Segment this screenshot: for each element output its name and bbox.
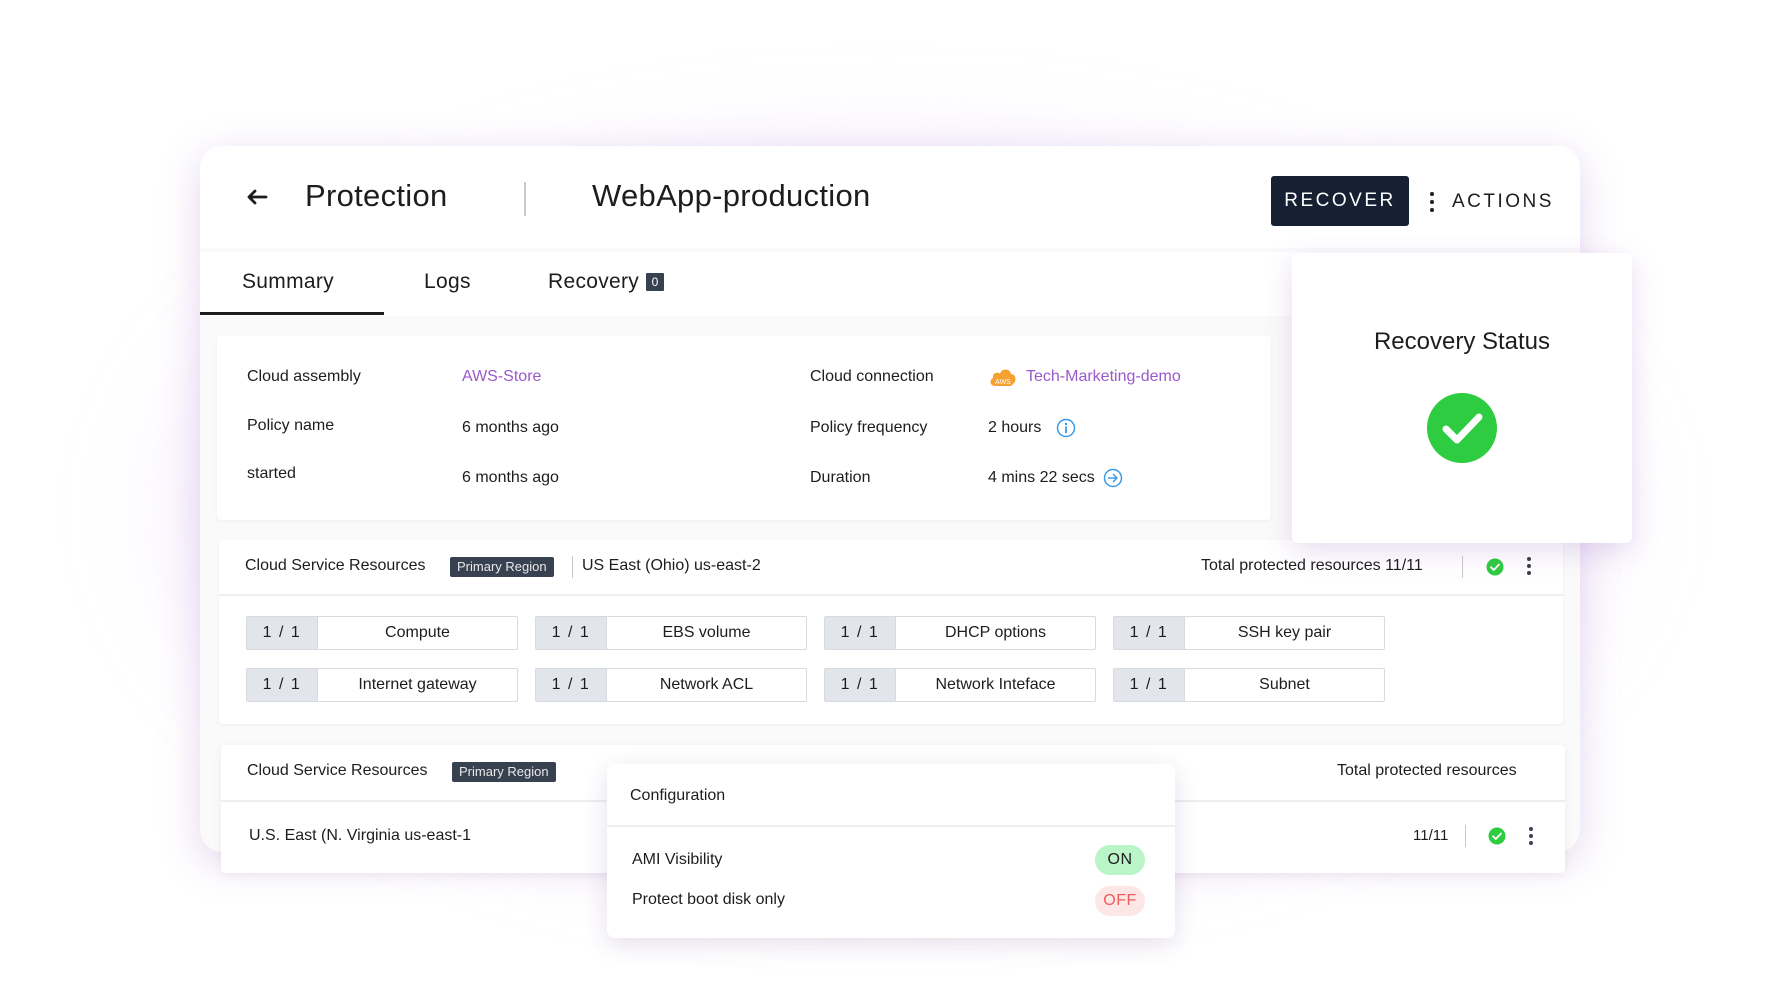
- resource-chip-internet-gateway[interactable]: 1 / 1 Internet gateway: [246, 668, 518, 702]
- recovery-status-title: Recovery Status: [1373, 328, 1551, 355]
- actions-menu-button[interactable]: ACTIONS: [1428, 184, 1554, 220]
- resource-name: Compute: [385, 624, 450, 641]
- resource-name: EBS volume: [662, 624, 751, 641]
- policy-name-label: Policy name: [247, 417, 335, 434]
- resource-name: Network Inteface: [935, 676, 1056, 693]
- resource-chip-ebs-volume[interactable]: 1 / 1 EBS volume: [535, 616, 807, 650]
- summary-panel: [217, 336, 1271, 520]
- actions-label: ACTIONS: [1452, 191, 1554, 212]
- arrow-right-circle-icon[interactable]: [1103, 468, 1123, 488]
- active-tab-indicator: [200, 312, 384, 315]
- tab-summary[interactable]: Summary: [242, 270, 334, 294]
- tab-recovery[interactable]: Recovery 0: [548, 270, 665, 294]
- total-protected-resources: Total protected resources 11/11: [1201, 557, 1423, 574]
- resource-chip-ssh-key-pair[interactable]: 1 / 1 SSH key pair: [1113, 616, 1385, 650]
- tab-logs[interactable]: Logs: [424, 270, 471, 294]
- cloud-assembly-link[interactable]: AWS-Store: [462, 368, 541, 386]
- resource-name: Subnet: [1259, 676, 1310, 693]
- resource-count: 1 / 1: [247, 669, 318, 701]
- resource-chip-subnet[interactable]: 1 / 1 Subnet: [1113, 668, 1385, 702]
- ami-visibility-label: AMI Visibility: [632, 851, 723, 868]
- protect-boot-disk-toggle[interactable]: OFF: [1095, 886, 1145, 916]
- resource-count: 1 / 1: [825, 617, 896, 649]
- resource-count: 1 / 1: [1114, 669, 1185, 701]
- resource-chip-network-acl[interactable]: 1 / 1 Network ACL: [535, 668, 807, 702]
- total-protected-resources-label: Total protected resources: [1337, 762, 1517, 779]
- more-vertical-icon[interactable]: [1529, 827, 1533, 845]
- cloud-connection-link[interactable]: Tech-Marketing-demo: [1026, 368, 1181, 386]
- duration-label: Duration: [810, 469, 871, 486]
- resource-count: 1 / 1: [247, 617, 318, 649]
- info-icon[interactable]: [1056, 418, 1076, 438]
- region-name: U.S. East (N. Virginia us-east-1: [249, 827, 472, 844]
- more-vertical-icon: [1428, 192, 1436, 212]
- cloud-assembly-label: Cloud assembly: [247, 368, 361, 385]
- primary-region-badge: Primary Region: [450, 557, 554, 577]
- cloud-connection-label: Cloud connection: [810, 368, 934, 385]
- csr-title: Cloud Service Resources: [245, 557, 426, 574]
- resource-name: Internet gateway: [358, 676, 477, 693]
- ami-visibility-toggle[interactable]: ON: [1095, 845, 1145, 875]
- policy-frequency-label: Policy frequency: [810, 419, 928, 436]
- protect-boot-disk-label: Protect boot disk only: [632, 891, 785, 908]
- resource-chip-network-interface[interactable]: 1 / 1 Network Inteface: [824, 668, 1096, 702]
- panel-divider: [219, 594, 1563, 596]
- success-check-icon: [1486, 558, 1504, 576]
- primary-region-badge: Primary Region: [452, 762, 556, 782]
- svg-text:AWS: AWS: [995, 379, 1011, 386]
- resource-name: Network ACL: [659, 676, 754, 693]
- page-title: Protection: [305, 178, 448, 213]
- resource-chip-compute[interactable]: 1 / 1 Compute: [246, 616, 518, 650]
- resource-chip-dhcp-options[interactable]: 1 / 1 DHCP options: [824, 616, 1096, 650]
- started-label: started: [247, 465, 296, 482]
- recovery-count-badge: 0: [646, 273, 665, 291]
- recover-button[interactable]: RECOVER: [1271, 176, 1409, 226]
- vertical-separator: [1462, 556, 1463, 578]
- success-check-icon: [1488, 827, 1506, 845]
- popover-divider: [607, 825, 1175, 827]
- policy-name-value: 6 months ago: [462, 419, 559, 436]
- resource-name: DHCP options: [944, 624, 1047, 641]
- resource-count: 1 / 1: [825, 669, 896, 701]
- started-value: 6 months ago: [462, 469, 559, 486]
- more-vertical-icon[interactable]: [1527, 557, 1531, 575]
- csr-title: Cloud Service Resources: [247, 762, 428, 779]
- policy-frequency-value: 2 hours: [988, 419, 1042, 436]
- back-arrow-icon[interactable]: [242, 182, 272, 212]
- vertical-separator: [1465, 825, 1466, 847]
- tab-recovery-label: Recovery: [548, 270, 640, 293]
- region-name: US East (Ohio) us-east-2: [582, 557, 761, 574]
- duration-value: 4 mins 22 secs: [988, 469, 1095, 486]
- resource-name: SSH key pair: [1237, 624, 1332, 641]
- resource-title: WebApp-production: [592, 178, 871, 213]
- resource-count: 1 / 1: [1114, 617, 1185, 649]
- resource-count: 1 / 1: [536, 617, 607, 649]
- header-divider: [524, 182, 526, 216]
- vertical-separator: [572, 556, 573, 578]
- configuration-title: Configuration: [630, 787, 726, 804]
- aws-cloud-icon: AWS: [990, 369, 1016, 386]
- resource-count: 11/11: [1413, 827, 1449, 844]
- success-check-icon: [1427, 393, 1497, 463]
- resource-count: 1 / 1: [536, 669, 607, 701]
